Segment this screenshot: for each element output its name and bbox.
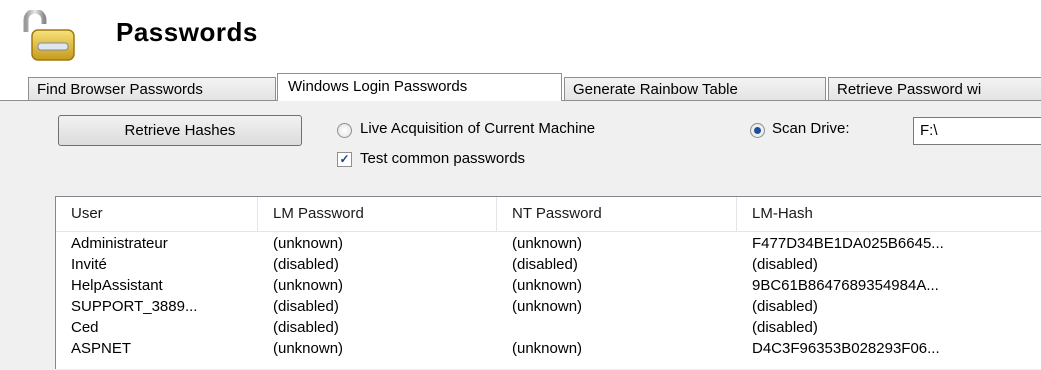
list-header: User LM Password NT Password LM-Hash: [56, 197, 1041, 232]
cell-user: Invité: [71, 256, 107, 273]
cell-lm-password: (unknown): [273, 277, 344, 294]
tab-windows-login-passwords[interactable]: Windows Login Passwords: [277, 73, 562, 101]
retrieve-hashes-button[interactable]: Retrieve Hashes: [58, 115, 302, 146]
cell-lm-password: (unknown): [273, 340, 344, 357]
cell-lm-password: (unknown): [273, 235, 344, 252]
cell-lm-hash: D4C3F96353B028293F06...: [752, 340, 940, 357]
cell-lm-password: (disabled): [273, 256, 339, 273]
header: Passwords: [0, 0, 1041, 68]
cell-lm-password: (disabled): [273, 298, 339, 315]
tab-generate-rainbow-table[interactable]: Generate Rainbow Table: [564, 77, 826, 100]
cell-user: ASPNET: [71, 340, 132, 357]
live-acquisition-radio[interactable]: [337, 123, 352, 138]
cell-lm-hash: (disabled): [752, 256, 818, 273]
tab-find-browser-passwords[interactable]: Find Browser Passwords: [28, 77, 276, 100]
table-row[interactable]: Invité (disabled) (disabled) (disabled): [56, 255, 1041, 275]
cell-user: Administrateur: [71, 235, 168, 252]
cell-nt-password: (unknown): [512, 298, 583, 315]
test-common-passwords-label: Test common passwords: [360, 150, 526, 167]
cell-nt-password: (unknown): [512, 340, 583, 357]
table-row[interactable]: Administrateur (unknown) (unknown) F477D…: [56, 234, 1041, 254]
table-row[interactable]: HelpAssistant (unknown) (unknown) 9BC61B…: [56, 276, 1041, 296]
padlock-icon: [23, 10, 75, 61]
cell-lm-hash: (disabled): [752, 319, 818, 336]
scan-drive-radio[interactable]: [750, 123, 765, 138]
cell-nt-password: (unknown): [512, 235, 583, 252]
cell-lm-hash: (disabled): [752, 298, 818, 315]
cell-nt-password: (unknown): [512, 277, 583, 294]
table-row[interactable]: ASPNET (unknown) (unknown) D4C3F96353B02…: [56, 339, 1041, 359]
cell-user: HelpAssistant: [71, 277, 163, 294]
cell-user: Ced: [71, 319, 99, 336]
column-header-user[interactable]: User: [56, 197, 258, 231]
live-acquisition-label: Live Acquisition of Current Machine: [360, 120, 596, 137]
cell-nt-password: (disabled): [512, 256, 578, 273]
column-header-lm-password[interactable]: LM Password: [258, 197, 497, 231]
test-common-passwords-checkbox[interactable]: ✓: [337, 152, 352, 167]
column-header-lm-hash[interactable]: LM-Hash: [737, 197, 1041, 231]
scan-drive-label: Scan Drive:: [772, 120, 850, 137]
drive-select[interactable]: F:\: [913, 117, 1041, 145]
hash-list[interactable]: User LM Password NT Password LM-Hash Adm…: [55, 196, 1041, 369]
table-row[interactable]: SUPPORT_3889... (disabled) (unknown) (di…: [56, 297, 1041, 317]
cell-user: SUPPORT_3889...: [71, 298, 198, 315]
cell-lm-password: (disabled): [273, 319, 339, 336]
tab-retrieve-password[interactable]: Retrieve Password wi: [828, 77, 1041, 100]
cell-lm-hash: 9BC61B8647689354984A...: [752, 277, 939, 294]
cell-nt-password: [497, 318, 737, 338]
page-title: Passwords: [116, 17, 258, 47]
cell-lm-hash: F477D34BE1DA025B6645...: [752, 235, 944, 252]
table-row[interactable]: Ced (disabled) (disabled): [56, 318, 1041, 338]
column-header-nt-password[interactable]: NT Password: [497, 197, 737, 231]
